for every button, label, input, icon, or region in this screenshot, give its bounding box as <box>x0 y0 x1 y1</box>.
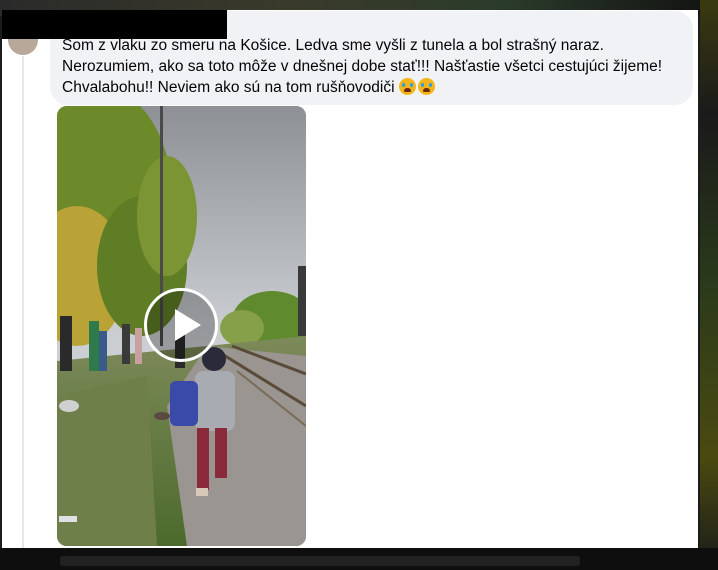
play-button[interactable] <box>144 288 218 362</box>
redacted-name-bar <box>2 10 227 39</box>
video-thumbnail[interactable] <box>57 106 306 546</box>
background-strip-bottom <box>0 548 718 570</box>
comment-line-2: Nerozumiem, ako sa toto môže v dnešnej d… <box>62 58 663 75</box>
crying-face-emoji-icon <box>417 78 435 95</box>
crying-face-emoji-icon <box>398 78 416 95</box>
play-icon <box>175 309 201 341</box>
thread-line <box>22 56 24 548</box>
comment-line-3: Chvalabohu!! Neviem ako sú na tom rušňov… <box>62 79 395 96</box>
comment-card: Som z vlaku zo smeru na Košice. Ledva sm… <box>2 10 698 548</box>
comment-text: Som z vlaku zo smeru na Košice. Ledva sm… <box>62 35 692 101</box>
background-strip-right <box>700 0 718 570</box>
comment-line-1: Som z vlaku zo smeru na Košice. Ledva sm… <box>62 37 604 54</box>
